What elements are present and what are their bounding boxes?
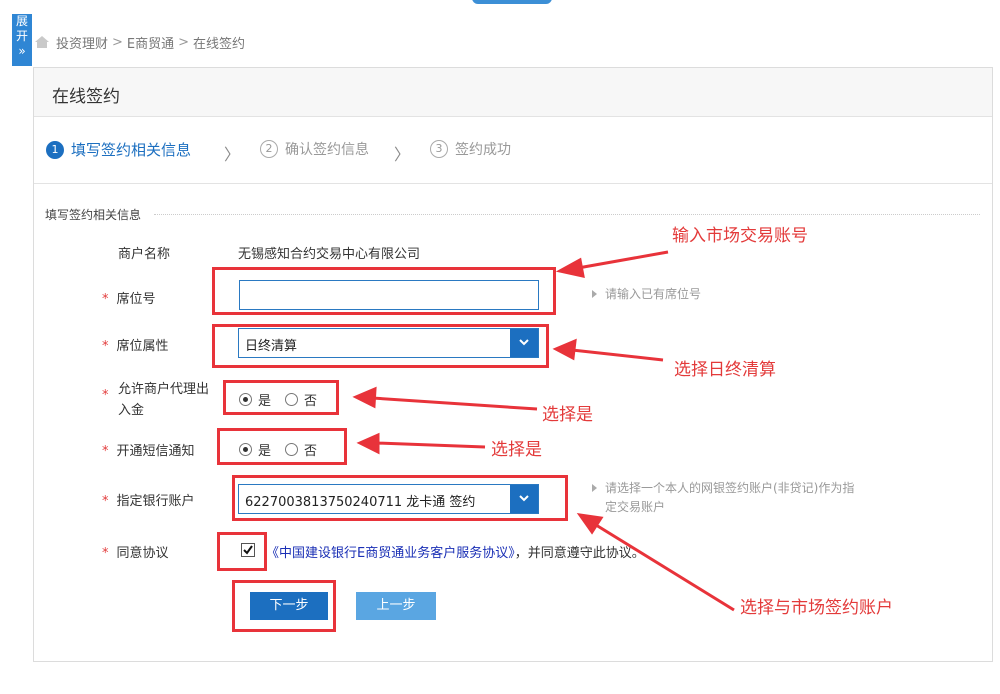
annotation-text: 选择是 <box>491 440 542 460</box>
annotation-text: 输入市场交易账号 <box>672 226 808 246</box>
annotation-text: 选择是 <box>542 405 593 425</box>
annotation-arrows <box>352 250 735 612</box>
annotation-text: 选择日终清算 <box>674 360 776 380</box>
annotation-text: 选择与市场签约账户 <box>740 598 893 618</box>
